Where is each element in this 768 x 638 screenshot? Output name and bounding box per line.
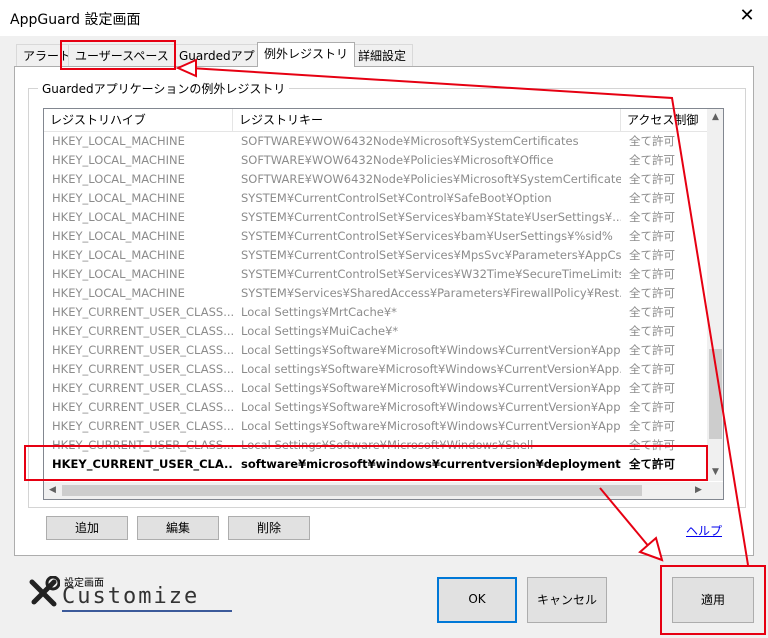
tab-exception-registry[interactable]: 例外レジストリ bbox=[257, 42, 356, 67]
annotation-arrows bbox=[175, 58, 749, 566]
